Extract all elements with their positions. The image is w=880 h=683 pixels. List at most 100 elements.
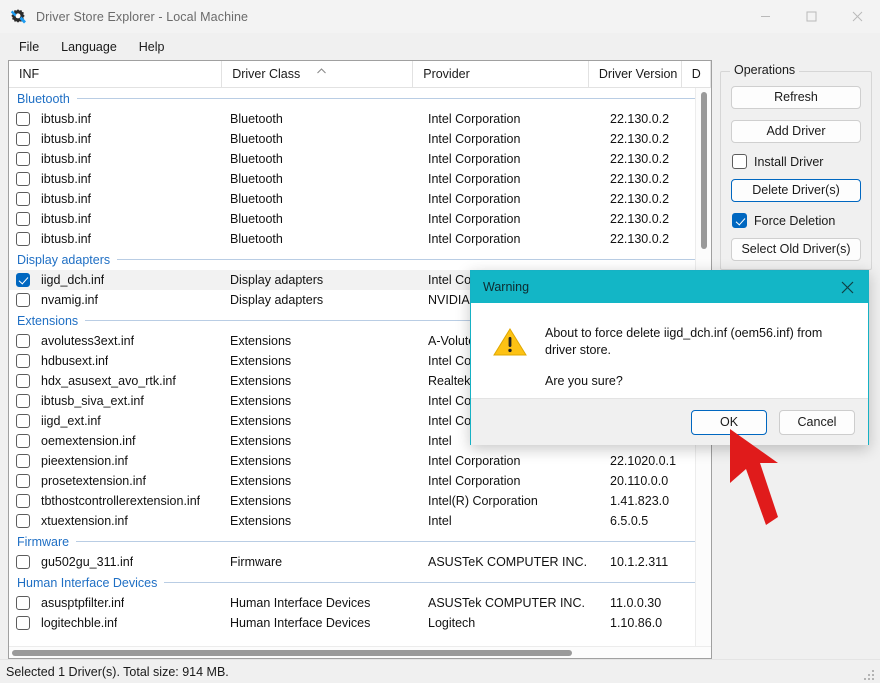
table-row[interactable]: ibtusb.infBluetoothIntel Corporation22.1… (9, 129, 711, 149)
cell-driver-class: Extensions (230, 454, 291, 468)
force-deletion-checkbox[interactable] (732, 213, 747, 228)
table-row[interactable]: tbthostcontrollerextension.infExtensions… (9, 491, 711, 511)
table-row[interactable]: ibtusb.infBluetoothIntel Corporation22.1… (9, 189, 711, 209)
menu-item-help[interactable]: Help (128, 36, 176, 58)
ok-button[interactable]: OK (691, 410, 767, 435)
maximize-icon[interactable] (788, 0, 834, 33)
table-row[interactable]: ibtusb.infBluetoothIntel Corporation22.1… (9, 149, 711, 169)
row-checkbox[interactable] (16, 192, 30, 206)
menubar: File Language Help (0, 33, 880, 60)
cell-inf: logitechble.inf (41, 616, 117, 630)
close-icon[interactable] (826, 271, 868, 303)
group-header-label: Human Interface Devices (17, 576, 164, 590)
add-driver-button[interactable]: Add Driver (731, 120, 861, 143)
cell-provider: ASUSTek COMPUTER INC. (428, 596, 585, 610)
group-header[interactable]: Firmware (9, 531, 711, 552)
dialog-question: Are you sure? (545, 374, 835, 388)
row-checkbox[interactable] (16, 112, 30, 126)
row-checkbox[interactable] (16, 374, 30, 388)
cell-provider: Intel Corporation (428, 192, 520, 206)
row-checkbox[interactable] (16, 414, 30, 428)
menu-item-file[interactable]: File (8, 36, 50, 58)
row-checkbox[interactable] (16, 212, 30, 226)
group-header[interactable]: Bluetooth (9, 88, 711, 109)
table-row[interactable]: ibtusb.infBluetoothIntel Corporation22.1… (9, 209, 711, 229)
row-checkbox[interactable] (16, 172, 30, 186)
table-row[interactable]: ibtusb.infBluetoothIntel Corporation22.1… (9, 229, 711, 249)
install-driver-checkbox[interactable] (732, 154, 747, 169)
row-checkbox[interactable] (16, 514, 30, 528)
row-checkbox[interactable] (16, 334, 30, 348)
column-label-driver-class: Driver Class (232, 67, 300, 81)
minimize-icon[interactable] (742, 0, 788, 33)
cell-driver-version: 22.130.0.2 (610, 192, 669, 206)
vertical-scrollbar-thumb[interactable] (701, 92, 707, 249)
table-row[interactable]: logitechble.infHuman Interface DevicesLo… (9, 613, 711, 633)
group-header-label: Display adapters (17, 253, 117, 267)
cell-inf: hdx_asusext_avo_rtk.inf (41, 374, 176, 388)
table-row[interactable]: asusptpfilter.infHuman Interface Devices… (9, 593, 711, 613)
cell-inf: avolutess3ext.inf (41, 334, 134, 348)
operations-title: Operations (730, 63, 799, 77)
horizontal-scrollbar-thumb[interactable] (12, 650, 572, 656)
cell-provider: Intel (428, 514, 452, 528)
cell-provider: Intel (428, 434, 452, 448)
group-header[interactable]: Human Interface Devices (9, 572, 711, 593)
table-row[interactable]: xtuextension.infExtensionsIntel6.5.0.5 (9, 511, 711, 531)
cell-driver-version: 22.1020.0.1 (610, 454, 676, 468)
cell-driver-class: Extensions (230, 334, 291, 348)
row-checkbox[interactable] (16, 273, 30, 287)
column-header-provider[interactable]: Provider (413, 61, 589, 87)
cell-driver-class: Extensions (230, 514, 291, 528)
row-checkbox[interactable] (16, 293, 30, 307)
column-header-inf[interactable]: INF (9, 61, 222, 87)
cell-driver-class: Extensions (230, 354, 291, 368)
cell-provider: ASUSTeK COMPUTER INC. (428, 555, 587, 569)
cell-driver-version: 1.41.823.0 (610, 494, 669, 508)
cell-provider: Intel Corporation (428, 454, 520, 468)
row-checkbox[interactable] (16, 494, 30, 508)
cancel-button[interactable]: Cancel (779, 410, 855, 435)
cell-inf: ibtusb.inf (41, 112, 91, 126)
table-row[interactable]: gu502gu_311.infFirmwareASUSTeK COMPUTER … (9, 552, 711, 572)
select-old-drivers-button[interactable]: Select Old Driver(s) (731, 238, 861, 261)
close-icon[interactable] (834, 0, 880, 33)
row-checkbox[interactable] (16, 394, 30, 408)
table-row[interactable]: ibtusb.infBluetoothIntel Corporation22.1… (9, 169, 711, 189)
row-checkbox[interactable] (16, 474, 30, 488)
table-row[interactable]: ibtusb.infBluetoothIntel Corporation22.1… (9, 109, 711, 129)
group-header[interactable]: Display adapters (9, 249, 711, 270)
row-checkbox[interactable] (16, 434, 30, 448)
cell-inf: prosetextension.inf (41, 474, 146, 488)
table-row[interactable]: pieextension.infExtensionsIntel Corporat… (9, 451, 711, 471)
cell-driver-class: Bluetooth (230, 112, 283, 126)
cell-driver-class: Bluetooth (230, 212, 283, 226)
row-checkbox[interactable] (16, 616, 30, 630)
force-deletion-checkbox-row[interactable]: Force Deletion (732, 213, 861, 228)
table-row[interactable]: prosetextension.infExtensionsIntel Corpo… (9, 471, 711, 491)
column-header-driver-class[interactable]: Driver Class (222, 61, 413, 87)
row-checkbox[interactable] (16, 555, 30, 569)
row-checkbox[interactable] (16, 232, 30, 246)
sort-ascending-icon (317, 63, 326, 69)
column-header-driver-version[interactable]: Driver Version (589, 61, 682, 87)
menu-item-language[interactable]: Language (50, 36, 128, 58)
refresh-button[interactable]: Refresh (731, 86, 861, 109)
warning-dialog: Warning About to force delete iigd_dch.i… (470, 270, 869, 445)
delete-drivers-button[interactable]: Delete Driver(s) (731, 179, 861, 202)
force-deletion-label: Force Deletion (754, 214, 835, 228)
cell-driver-class: Display adapters (230, 293, 323, 307)
column-header-driver-date[interactable]: D (682, 61, 711, 87)
cell-inf: tbthostcontrollerextension.inf (41, 494, 200, 508)
row-checkbox[interactable] (16, 354, 30, 368)
cell-driver-version: 22.130.0.2 (610, 132, 669, 146)
horizontal-scrollbar[interactable] (9, 646, 711, 658)
row-checkbox[interactable] (16, 132, 30, 146)
install-driver-checkbox-row[interactable]: Install Driver (732, 154, 861, 169)
row-checkbox[interactable] (16, 454, 30, 468)
row-checkbox[interactable] (16, 152, 30, 166)
cell-inf: hdbusext.inf (41, 354, 108, 368)
resize-grip[interactable] (864, 668, 876, 680)
row-checkbox[interactable] (16, 596, 30, 610)
cell-driver-class: Firmware (230, 555, 282, 569)
